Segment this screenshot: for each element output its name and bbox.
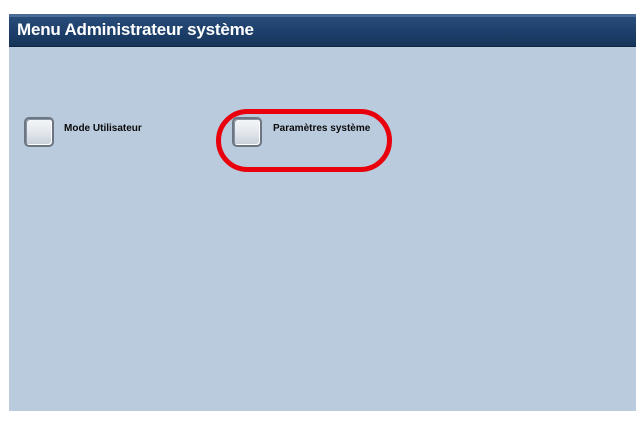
mode-utilisateur-label: Mode Utilisateur xyxy=(64,123,142,134)
title-bar-shine xyxy=(9,14,636,17)
parametres-systeme-checkbox-icon[interactable] xyxy=(232,117,262,147)
admin-menu-screen: Menu Administrateur système Mode Utilisa… xyxy=(9,14,636,411)
title-bar: Menu Administrateur système xyxy=(9,14,636,47)
mode-utilisateur-option[interactable]: Mode Utilisateur xyxy=(24,117,184,151)
parametres-systeme-label: Paramètres système xyxy=(273,123,371,134)
page-title: Menu Administrateur système xyxy=(17,20,254,39)
parametres-systeme-option[interactable]: Paramètres système xyxy=(232,117,392,151)
mode-utilisateur-checkbox-icon[interactable] xyxy=(24,117,54,147)
